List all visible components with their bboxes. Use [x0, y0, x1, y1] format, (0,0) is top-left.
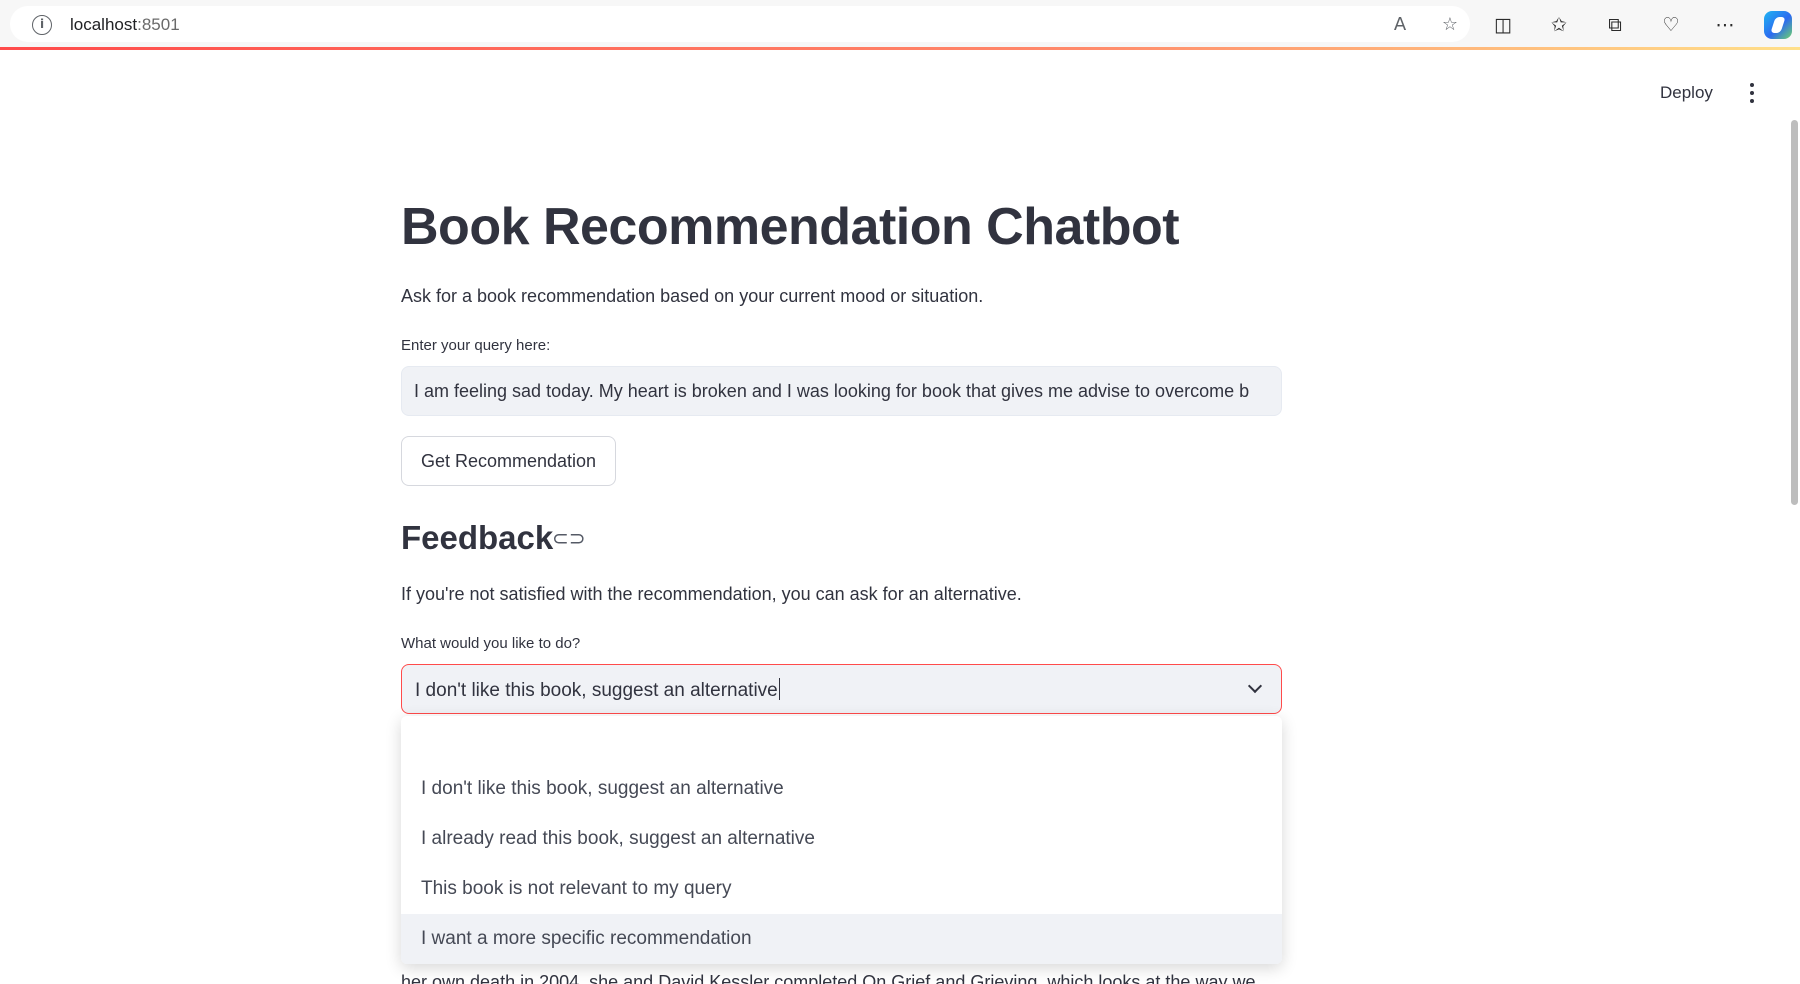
select-dropdown-menu: I don't like this book, suggest an alter… — [401, 716, 1282, 964]
feedback-heading: Feedback — [401, 519, 554, 556]
feedback-description: If you're not satisfied with the recomme… — [401, 584, 1022, 604]
deploy-button[interactable]: Deploy — [1660, 82, 1713, 104]
option-more-specific[interactable]: I want a more specific recommendation — [401, 914, 1282, 964]
page-subtitle: Ask for a book recommendation based on y… — [401, 286, 984, 306]
address-bar[interactable]: i localhost:8501 A ☆ — [10, 6, 1470, 42]
running-indicator — [0, 47, 1800, 50]
query-input[interactable] — [401, 366, 1282, 416]
chevron-down-icon[interactable] — [1246, 679, 1266, 699]
browser-toolbar: i localhost:8501 A ☆ ◫ ✩ ⧉ ♡ ⋯ — [0, 0, 1800, 48]
option-dont-like[interactable]: I don't like this book, suggest an alter… — [401, 764, 1282, 814]
page-title: Book Recommendation Chatbot — [401, 198, 1180, 256]
get-recommendation-button[interactable]: Get Recommendation — [401, 436, 616, 486]
more-icon[interactable]: ⋯ — [1712, 12, 1738, 38]
url-text[interactable]: localhost:8501 — [70, 14, 180, 36]
action-select[interactable]: I don't like this book, suggest an alter… — [401, 664, 1282, 714]
query-label: Enter your query here: — [401, 337, 551, 354]
recommendation-text: her own death in 2004, she and David Kes… — [401, 972, 1256, 984]
select-current-value: I don't like this book, suggest an alter… — [415, 678, 781, 702]
option-already-read[interactable]: I already read this book, suggest an alt… — [401, 814, 1282, 864]
info-icon[interactable]: i — [32, 15, 52, 35]
action-select-label: What would you like to do? — [401, 635, 581, 652]
favorites-icon[interactable]: ✩ — [1546, 12, 1572, 38]
main-menu-icon[interactable] — [1740, 80, 1764, 106]
browser-essentials-icon[interactable]: ♡ — [1658, 12, 1684, 38]
scrollbar[interactable] — [1791, 120, 1798, 505]
collections-icon[interactable]: ⧉ — [1602, 12, 1628, 38]
split-screen-icon[interactable]: ◫ — [1490, 12, 1516, 38]
copilot-icon[interactable] — [1764, 11, 1792, 39]
link-icon[interactable]: ⊂⊃ — [552, 528, 586, 548]
option-not-relevant[interactable]: This book is not relevant to my query — [401, 864, 1282, 914]
read-aloud-icon[interactable]: A — [1388, 13, 1412, 37]
favorite-star-icon[interactable]: ☆ — [1438, 13, 1462, 37]
